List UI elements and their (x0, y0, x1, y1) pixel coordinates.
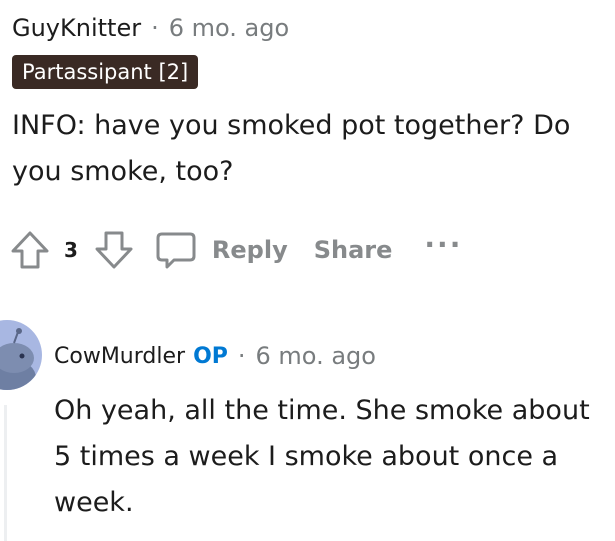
upvote-icon[interactable] (8, 228, 52, 272)
username[interactable]: GuyKnitter (12, 14, 141, 42)
more-options-icon[interactable]: ··· (424, 228, 462, 261)
comment-bubble-icon (154, 228, 198, 272)
thread-line[interactable] (4, 405, 7, 541)
op-badge: OP (193, 343, 228, 369)
reply-button[interactable]: Reply (154, 228, 288, 272)
username[interactable]: CowMurdler (54, 344, 185, 369)
vote-count: 3 (64, 238, 78, 262)
comment-meta: GuyKnitter · 6 mo. ago (12, 10, 615, 46)
meta-separator: · (151, 14, 159, 42)
reply-label: Reply (211, 236, 288, 264)
comment-actions: 3 Reply Share ··· (8, 226, 462, 274)
timestamp[interactable]: 6 mo. ago (169, 14, 289, 42)
avatar[interactable] (0, 320, 42, 390)
comment-meta: CowMurdler OP · 6 mo. ago (54, 338, 615, 374)
share-button[interactable]: Share (314, 236, 393, 264)
snoo-avatar-icon (0, 328, 36, 390)
comment-cowmurdler: CowMurdler OP · 6 mo. ago Oh yeah, all t… (54, 338, 615, 526)
downvote-icon[interactable] (92, 228, 136, 272)
timestamp[interactable]: 6 mo. ago (256, 342, 376, 370)
meta-separator: · (237, 342, 246, 370)
comment-body: Oh yeah, all the time. She smoke about 5… (54, 395, 590, 518)
comment-guyknitter: GuyKnitter · 6 mo. ago Partassipant [2] … (12, 10, 615, 195)
user-flair: Partassipant [2] (12, 55, 199, 89)
comment-body: INFO: have you smoked pot together? Do y… (12, 110, 571, 187)
